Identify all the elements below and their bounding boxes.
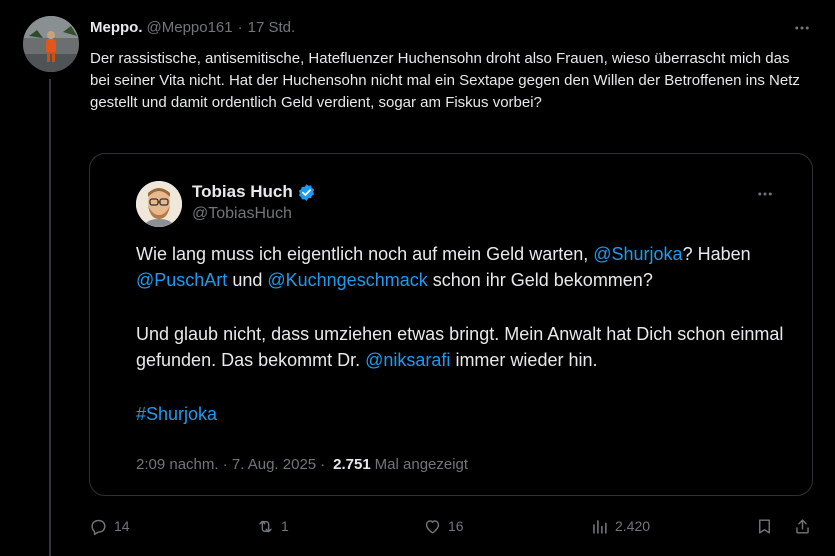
quote-views-label: Mal angezeigt (374, 455, 469, 473)
hashtag-link[interactable]: #Shurjoka (136, 404, 217, 424)
like-button[interactable]: 16 (423, 514, 464, 538)
quote-author-name[interactable]: Tobias Huch (192, 182, 293, 202)
thread-line (49, 79, 51, 556)
views-button[interactable]: 2.420 (590, 514, 650, 538)
reply-icon (91, 519, 106, 535)
tweet[interactable]: Meppo. @Meppo161 · 17 Std. Der rassistis… (0, 0, 835, 556)
reply-button[interactable]: 14 (89, 514, 130, 538)
like-count: 16 (448, 518, 464, 534)
quote-paragraph-3: #Shurjoka (136, 401, 786, 427)
quote-more-options-button[interactable] (754, 184, 776, 204)
analytics-icon (593, 519, 607, 534)
quote-text-segment: schon ihr Geld bekommen? (427, 270, 653, 290)
tweet-time[interactable]: 17 Std. (248, 19, 296, 36)
quote-text-segment: Wie lang muss ich eigentlich noch auf me… (136, 244, 594, 264)
author-name[interactable]: Meppo. (90, 19, 143, 36)
reply-count: 14 (114, 518, 130, 534)
more-icon (758, 192, 772, 196)
bookmark-icon (759, 518, 770, 534)
tweet-header: Meppo. @Meppo161 · 17 Std. (90, 17, 295, 37)
quote-text-segment: und (227, 270, 268, 290)
views-count: 2.420 (615, 518, 651, 534)
repost-button[interactable]: 1 (256, 514, 289, 538)
mention-niksarafi-link[interactable]: @niksarafi (365, 350, 450, 370)
quote-timestamp[interactable]: 2:09 nachm. · 7. Aug. 2025 (136, 456, 316, 473)
quote-meta: 2:09 nachm. · 7. Aug. 2025 · 2.751 Mal a… (136, 454, 468, 474)
verified-badge-icon (297, 183, 316, 202)
share-icon (796, 518, 809, 534)
action-bar: 14 1 16 2.420 (0, 514, 835, 538)
quote-text: Wie lang muss ich eigentlich noch auf me… (136, 241, 786, 455)
mention-kuchngeschmack-link[interactable]: @Kuchngeschmack (267, 270, 427, 290)
header-separator: · (237, 18, 243, 36)
author-avatar[interactable] (23, 16, 79, 72)
more-icon (795, 26, 809, 30)
quoted-tweet[interactable]: Tobias Huch @TobiasHuch Wie lang muss ic… (89, 153, 813, 496)
mention-shurjoka-link[interactable]: @Shurjoka (593, 244, 682, 264)
tweet-text: Der rassistische, antisemitische, Hatefl… (90, 50, 800, 111)
quote-author-avatar[interactable] (136, 181, 182, 227)
author-handle[interactable]: @Meppo161 (147, 19, 233, 36)
bookmark-button[interactable] (755, 514, 774, 538)
quote-author-handle[interactable]: @TobiasHuch (192, 205, 292, 223)
quote-text-segment: immer wieder hin. (450, 350, 598, 370)
quote-author-name-row[interactable]: Tobias Huch (192, 181, 316, 203)
repost-count: 1 (281, 518, 289, 534)
quote-paragraph-2: Und glaub nicht, dass umziehen etwas bri… (136, 321, 786, 373)
quote-views-count: 2.751 (333, 455, 371, 473)
meta-separator: · (320, 455, 326, 473)
share-button[interactable] (793, 514, 812, 538)
quote-paragraph-1: Wie lang muss ich eigentlich noch auf me… (136, 241, 786, 293)
mention-puschart-link[interactable]: @PuschArt (136, 270, 227, 290)
heart-icon (425, 519, 440, 534)
more-options-button[interactable] (791, 18, 813, 38)
repost-icon (259, 520, 272, 532)
quote-text-segment: ? Haben (682, 244, 751, 264)
